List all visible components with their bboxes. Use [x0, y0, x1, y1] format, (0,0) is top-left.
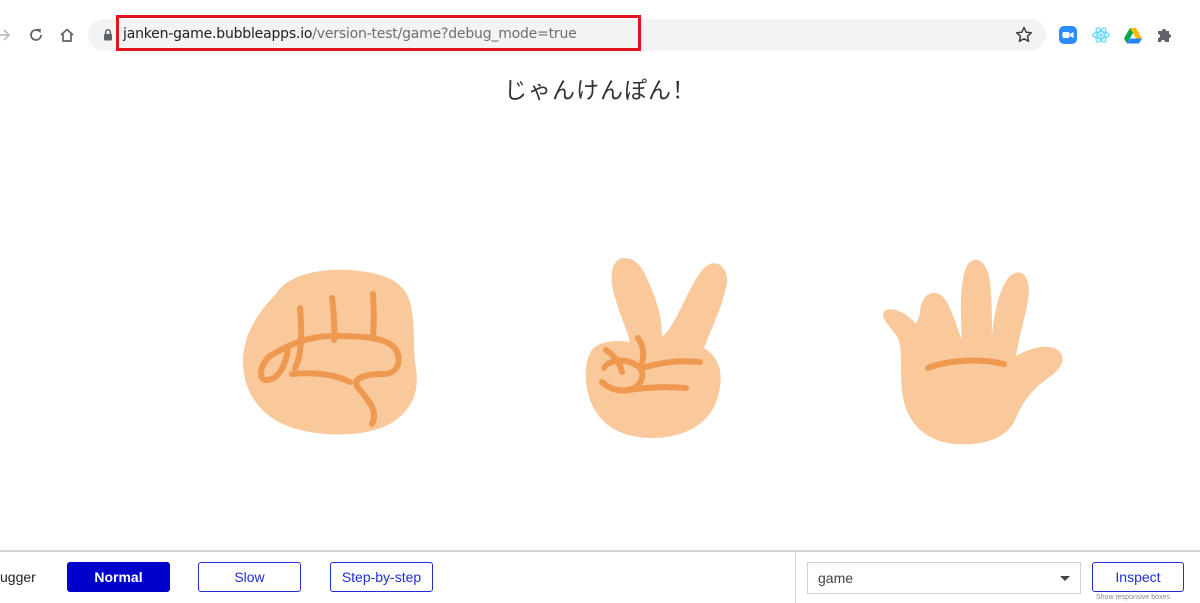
paper-hand-icon[interactable] — [876, 256, 1070, 448]
google-drive-icon[interactable] — [1123, 25, 1143, 45]
debugger-bar: ugger Normal Slow Step-by-step game Insp… — [0, 550, 1200, 603]
chevron-down-icon — [1060, 576, 1070, 581]
reload-icon — [30, 28, 42, 41]
forward-button[interactable] — [0, 20, 18, 50]
puzzle-extensions-icon[interactable] — [1155, 25, 1175, 45]
url-host: janken-game.bubbleapps.io — [123, 26, 313, 42]
debugger-divider — [795, 552, 796, 603]
page-select[interactable]: game — [807, 562, 1081, 594]
address-bar[interactable]: janken-game.bubbleapps.io/version-test/g… — [88, 15, 1046, 51]
page-select-value: game — [818, 570, 854, 586]
url-path: /version-test/game?debug_mode=true — [312, 26, 577, 42]
url-text[interactable]: janken-game.bubbleapps.io/version-test/g… — [123, 26, 577, 42]
slow-mode-button[interactable]: Slow — [198, 562, 301, 592]
arrow-right-icon — [0, 29, 11, 41]
browser-toolbar: janken-game.bubbleapps.io/version-test/g… — [0, 0, 1200, 70]
zoom-extension-icon[interactable] — [1058, 25, 1078, 45]
lock-icon — [104, 28, 112, 41]
inspect-button[interactable]: Inspect — [1092, 562, 1184, 592]
home-button[interactable] — [52, 20, 82, 50]
page-title: じゃんけんぽん！ — [504, 78, 696, 104]
normal-mode-button[interactable]: Normal — [67, 562, 170, 592]
scissors-hand-icon[interactable] — [582, 250, 732, 442]
home-icon — [60, 28, 74, 42]
step-by-step-button[interactable]: Step-by-step — [330, 562, 433, 592]
debugger-label: ugger — [0, 569, 36, 585]
react-extension-icon[interactable] — [1091, 25, 1111, 45]
reload-button[interactable] — [21, 20, 51, 50]
rock-hand-icon[interactable] — [238, 264, 423, 439]
show-responsive-boxes-link[interactable]: Show responsive boxes — [1096, 594, 1170, 601]
star-icon[interactable] — [1014, 25, 1034, 45]
